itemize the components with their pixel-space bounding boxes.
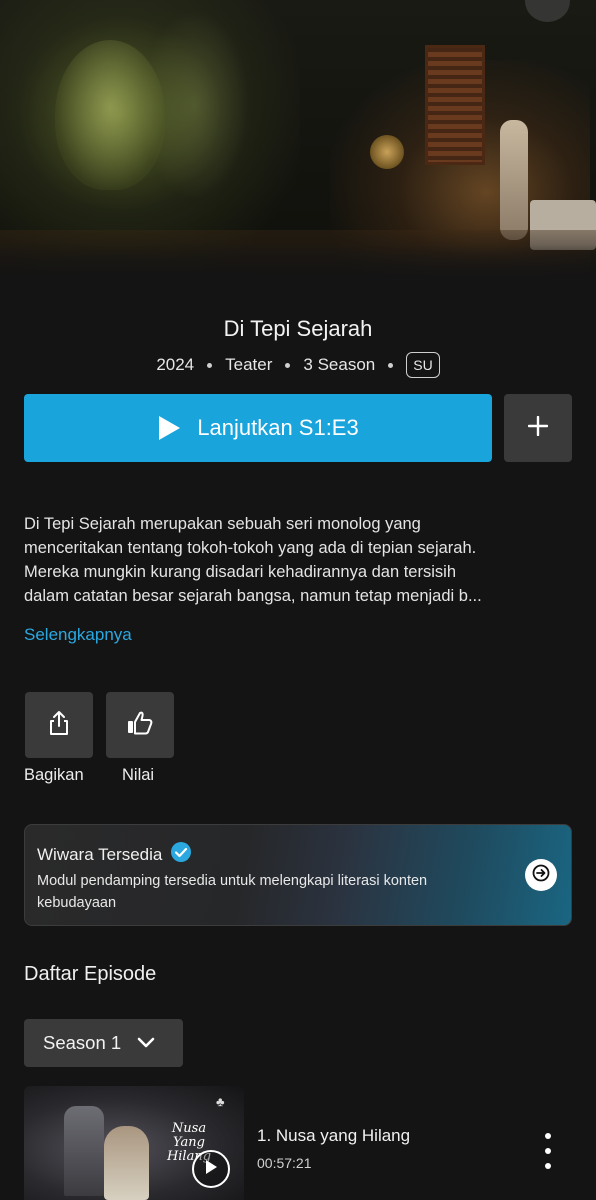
channel-logo-icon: ♣ [216,1094,225,1109]
thumbnail-title-line: Nusa [171,1121,207,1136]
hero-banner [0,0,596,285]
thumbnail-title-line: Yang [172,1135,206,1150]
thumbs-up-icon [126,710,154,741]
hero-figure-man [500,120,528,240]
dot [545,1163,551,1169]
season-dropdown[interactable]: Season 1 [24,1019,183,1067]
dot [545,1148,551,1154]
description-line: dalam catatan besar sejarah bangsa, namu… [24,587,482,605]
dot [545,1133,551,1139]
season-selected-label: Season 1 [43,1032,122,1053]
show-title: Di Tepi Sejarah [223,316,373,341]
episode-duration: 00:57:21 [257,1155,312,1171]
episode-play-button[interactable] [192,1150,230,1188]
episode-title[interactable]: 1. Nusa yang Hilang [257,1126,410,1146]
episode-thumbnail[interactable]: Nusa Yang Hilang ♣ [24,1086,244,1200]
rate-button[interactable] [106,692,174,758]
share-label: Bagikan [24,766,84,784]
show-meta: 2024 Teater 3 Season SU [0,352,596,378]
description-line: Di Tepi Sejarah merupakan sebuah seri mo… [24,515,421,533]
share-button[interactable] [25,692,93,758]
play-icon [157,415,181,441]
plus-icon [527,415,549,441]
episode-list-header: Daftar Episode [24,963,157,985]
rate-label: Nilai [122,766,155,784]
add-to-list-button[interactable] [504,394,572,462]
wiwara-open-button[interactable] [525,859,557,891]
chevron-down-icon [137,1032,155,1054]
meta-separator [285,362,291,368]
hero-window-shutter [425,45,485,165]
arrow-right-icon [532,864,550,887]
description-line: Mereka mungkin kurang disadari kehadiran… [24,563,456,581]
wiwara-description: Modul pendamping tersedia untuk melengka… [37,873,428,911]
meta-separator [388,362,394,368]
check-circle-icon [170,841,192,868]
share-icon [47,710,71,741]
read-more-link[interactable]: Selengkapnya [24,625,132,645]
continue-watching-button[interactable]: Lanjutkan S1:E3 [24,394,492,462]
play-icon [204,1159,218,1180]
meta-separator [207,362,213,368]
wiwara-card[interactable]: Wiwara Tersedia Modul pendamping tersedi… [24,824,572,926]
wiwara-title: Wiwara Tersedia [37,844,163,864]
show-seasons: 3 Season [303,355,376,374]
hero-corner-button[interactable] [525,0,570,22]
description-line: menceritakan tentang tokoh-tokoh yang ad… [24,539,477,557]
show-year: 2024 [156,355,195,374]
thumbnail-chair [64,1106,104,1196]
hero-gramophone [370,135,404,169]
show-description: Di Tepi Sejarah merupakan sebuah seri mo… [24,512,572,608]
rating-badge: SU [406,352,440,378]
wiwara-title-row: Wiwara Tersedia [37,841,192,868]
hero-fade [0,245,596,285]
more-vertical-icon[interactable] [538,1133,558,1169]
thumbnail-figure [104,1126,149,1200]
show-genre: Teater [225,355,273,374]
continue-watching-label: Lanjutkan S1:E3 [197,415,359,440]
hero-figure-face [55,40,165,190]
